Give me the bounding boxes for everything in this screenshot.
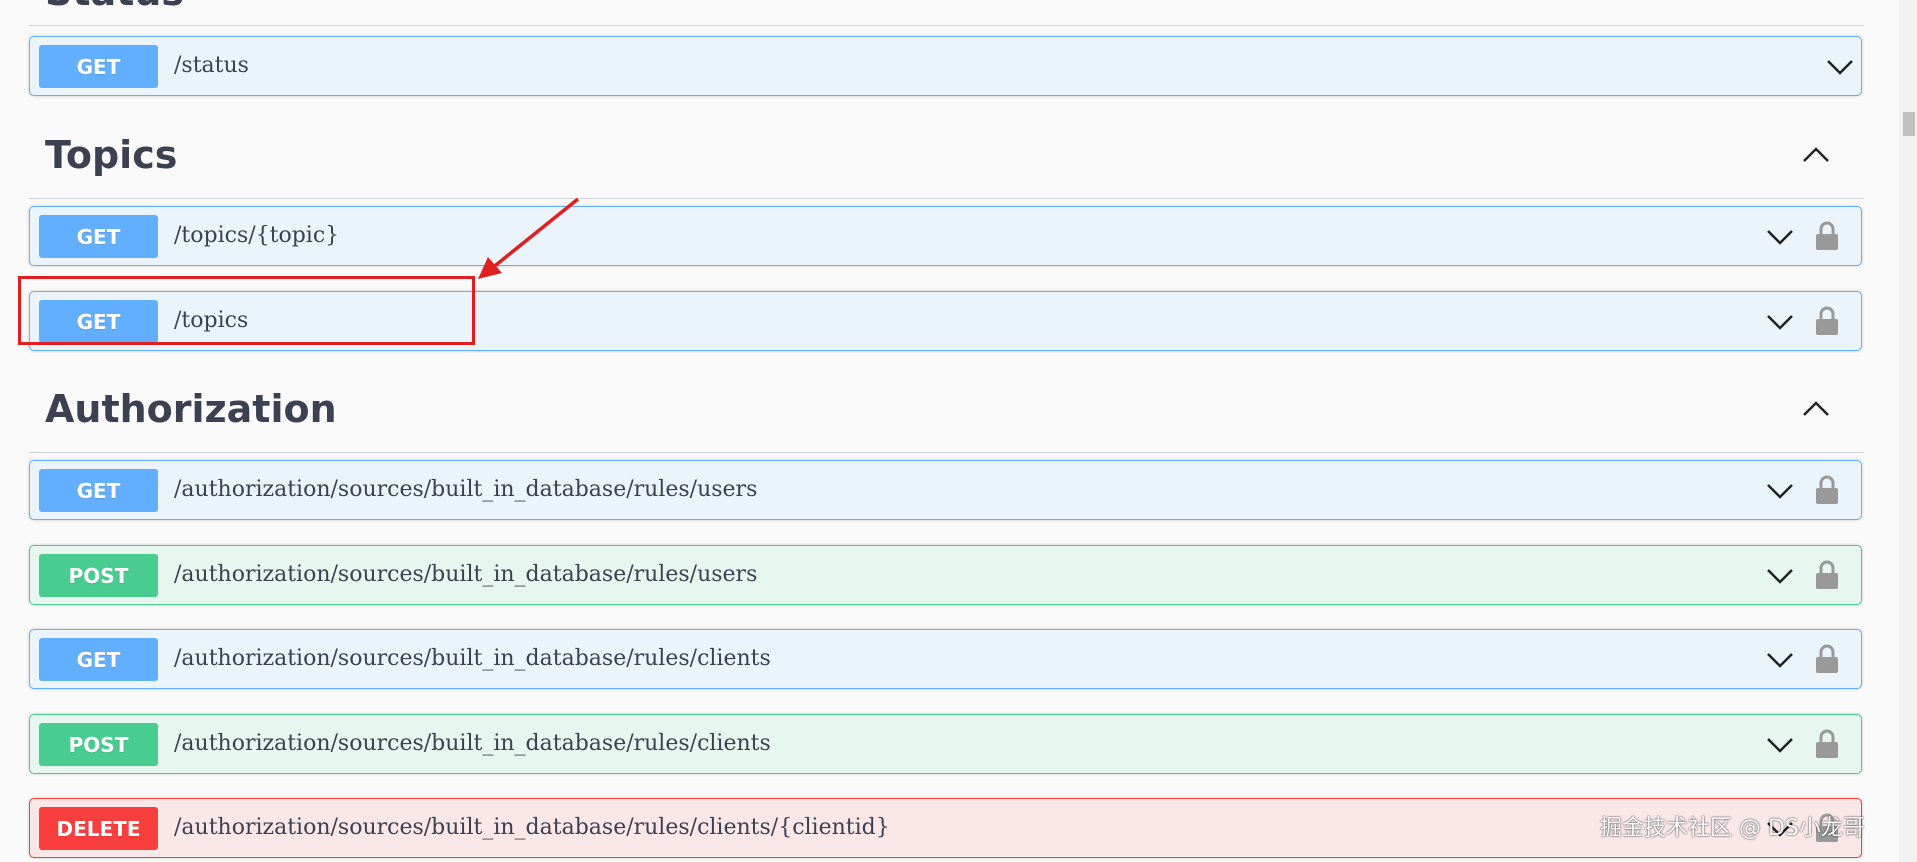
lock-icon[interactable] — [1815, 474, 1839, 506]
chevron-down-icon[interactable] — [1765, 561, 1795, 591]
section-title-topics: Topics — [45, 133, 178, 177]
method-badge: GET — [39, 215, 158, 258]
scrollbar-thumb[interactable] — [1903, 112, 1915, 136]
operation-get-status[interactable]: GET /status — [29, 36, 1862, 96]
operation-path: /authorization/sources/built_in_database… — [174, 646, 771, 671]
collapse-authorization-button[interactable] — [1796, 389, 1836, 429]
collapse-topics-button[interactable] — [1796, 135, 1836, 175]
watermark: 掘金技术社区 @ DS小龙哥 — [1600, 816, 1865, 841]
operation-delete-client[interactable]: DELETE /authorization/sources/built_in_d… — [29, 798, 1862, 858]
operation-path: /authorization/sources/built_in_database… — [174, 731, 771, 756]
section-title-status: Status — [45, 0, 184, 14]
operation-path: /status — [174, 53, 249, 78]
chevron-down-icon[interactable] — [1765, 307, 1795, 337]
operation-path: /authorization/sources/built_in_database… — [174, 815, 890, 840]
method-badge: POST — [39, 554, 158, 597]
method-badge: GET — [39, 45, 158, 88]
authorization-section-header[interactable]: Authorization — [29, 359, 1864, 453]
chevron-up-icon — [1803, 401, 1829, 416]
operation-post-clients[interactable]: POST /authorization/sources/built_in_dat… — [29, 714, 1862, 774]
operation-get-topic[interactable]: GET /topics/{topic} — [29, 206, 1862, 266]
vertical-scrollbar[interactable] — [1899, 0, 1917, 862]
annotation-highlight-box — [18, 276, 475, 345]
section-divider — [29, 198, 1864, 199]
operation-get-clients[interactable]: GET /authorization/sources/built_in_data… — [29, 629, 1862, 689]
lock-icon[interactable] — [1815, 728, 1839, 760]
chevron-down-icon[interactable] — [1825, 52, 1855, 82]
chevron-down-icon[interactable] — [1765, 730, 1795, 760]
chevron-down-icon[interactable] — [1765, 222, 1795, 252]
operation-path: /topics/{topic} — [174, 223, 340, 248]
api-docs-content: Status GET /status Topics GET /topics/{t… — [29, 0, 1864, 862]
annotation-arrow-icon — [478, 197, 580, 279]
section-divider — [29, 25, 1864, 26]
lock-icon[interactable] — [1815, 643, 1839, 675]
method-badge: DELETE — [39, 807, 158, 850]
section-title-authorization: Authorization — [45, 387, 337, 431]
operation-path: /authorization/sources/built_in_database… — [174, 477, 758, 502]
method-badge: POST — [39, 723, 158, 766]
operation-post-users[interactable]: POST /authorization/sources/built_in_dat… — [29, 545, 1862, 605]
method-badge: GET — [39, 469, 158, 512]
chevron-down-icon[interactable] — [1765, 645, 1795, 675]
section-divider — [29, 452, 1864, 453]
chevron-up-icon — [1803, 147, 1829, 162]
method-badge: GET — [39, 638, 158, 681]
lock-icon[interactable] — [1815, 220, 1839, 252]
topics-section-header[interactable]: Topics — [29, 105, 1864, 199]
operation-path: /authorization/sources/built_in_database… — [174, 562, 758, 587]
lock-icon[interactable] — [1815, 305, 1839, 337]
lock-icon[interactable] — [1815, 559, 1839, 591]
chevron-down-icon[interactable] — [1765, 476, 1795, 506]
status-section-header[interactable]: Status — [29, 0, 1864, 26]
operation-get-users[interactable]: GET /authorization/sources/built_in_data… — [29, 460, 1862, 520]
